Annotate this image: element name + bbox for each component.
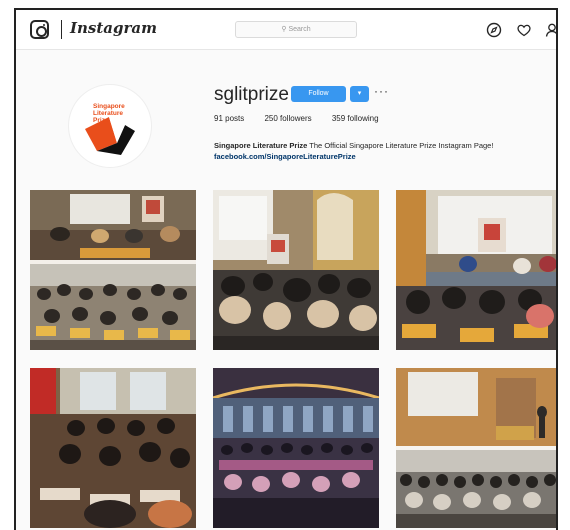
- logo-line: Prize: [93, 117, 109, 124]
- divider: [61, 20, 62, 39]
- profile-icon[interactable]: [544, 22, 558, 38]
- following-count[interactable]: 359 following: [332, 114, 379, 123]
- more-options-button[interactable]: ···: [374, 84, 389, 98]
- heart-icon[interactable]: [516, 22, 532, 38]
- bio-link[interactable]: facebook.com/SingaporeLiteraturePrize: [214, 151, 493, 162]
- profile-username: sglitprize: [214, 84, 289, 105]
- bio-text: The Official Singapore Literature Prize …: [307, 141, 494, 150]
- instagram-wordmark[interactable]: Instagram: [70, 19, 157, 37]
- post-auditorium-audience[interactable]: [213, 368, 379, 528]
- avatar[interactable]: Singapore Literature Prize: [68, 84, 152, 168]
- post-writing-session[interactable]: [30, 368, 196, 528]
- suggestions-dropdown-button[interactable]: ▾: [350, 86, 369, 102]
- profile-stats: 91 posts 250 followers 359 following: [214, 114, 397, 123]
- post-image: [213, 190, 379, 350]
- bio-name: Singapore Literature Prize: [214, 141, 308, 150]
- post-panel-discussion[interactable]: [396, 190, 556, 350]
- followers-count[interactable]: 250 followers: [264, 114, 311, 123]
- instagram-topbar: Instagram ⚲ Search: [16, 10, 556, 50]
- instagram-camera-icon[interactable]: [30, 20, 49, 39]
- posts-count: 91 posts: [214, 114, 245, 123]
- profile-bio: Singapore Literature Prize The Official …: [214, 140, 493, 162]
- singapore-literature-prize-logo: [85, 117, 135, 155]
- post-image: [30, 368, 196, 528]
- post-image: [30, 190, 196, 350]
- compass-icon[interactable]: [486, 22, 502, 38]
- logo-text: Singapore Literature Prize: [93, 103, 125, 124]
- post-dinner-event[interactable]: [213, 190, 379, 350]
- search-icon: ⚲: [281, 26, 287, 33]
- search-input[interactable]: ⚲ Search: [235, 21, 357, 38]
- post-image: [213, 368, 379, 528]
- logo-line: Singapore: [93, 103, 125, 110]
- search-placeholder: Search: [288, 26, 311, 33]
- follow-button[interactable]: Follow: [291, 86, 346, 102]
- post-workshop-collage[interactable]: [30, 190, 196, 350]
- post-image: [396, 368, 556, 528]
- logo-line: Literature: [93, 110, 123, 117]
- browser-frame: Instagram ⚲ Search Singapore Literature P…: [14, 8, 558, 530]
- post-seminar-collage[interactable]: [396, 368, 556, 528]
- post-image: [396, 190, 556, 350]
